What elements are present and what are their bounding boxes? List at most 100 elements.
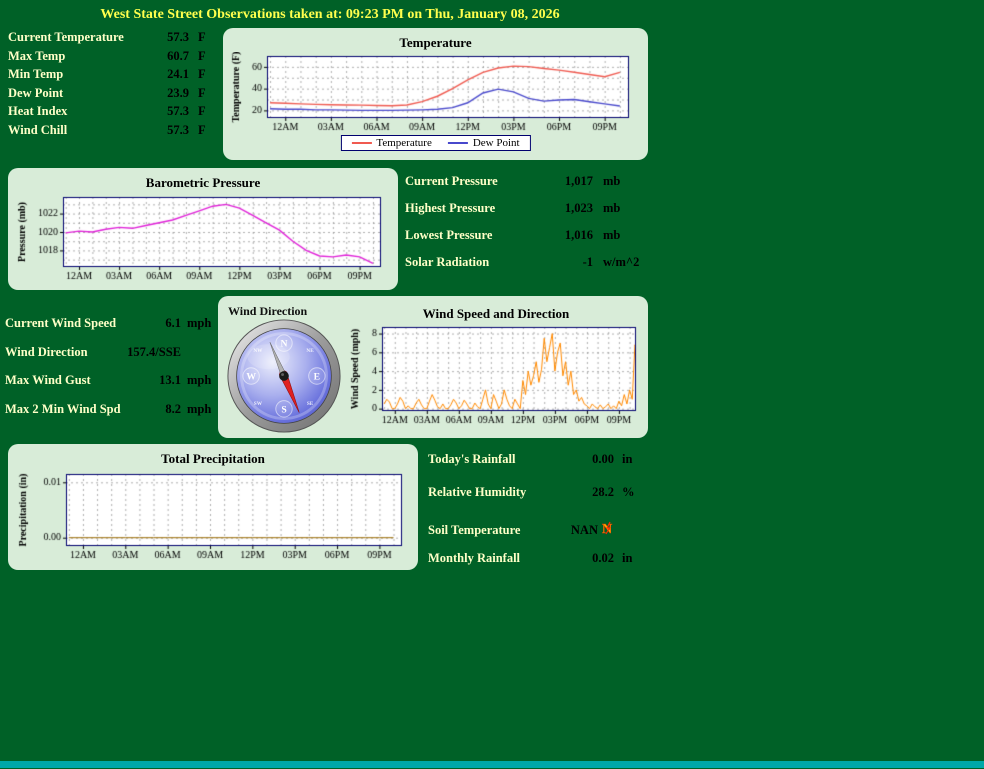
compass-east-label: E bbox=[314, 371, 320, 382]
legend-dew-point-label: Dew Point bbox=[473, 137, 520, 149]
stat-row-current-temperature: Current Temperature 57.3 F bbox=[8, 30, 220, 49]
stat-value: 60.7 bbox=[147, 49, 189, 64]
stat-row-lowest-pressure: Lowest Pressure 1,016 mb bbox=[405, 228, 655, 247]
stat-value: NAN bbox=[553, 523, 598, 538]
stat-unit: F bbox=[189, 123, 220, 138]
nan-icon-glyph: N bbox=[602, 522, 612, 536]
page-title: West State Street Observations taken at:… bbox=[0, 7, 660, 23]
stat-row-solar-radiation: Solar Radiation -1 w/m^2 bbox=[405, 255, 655, 274]
temperature-chart-legend: Temperature Dew Point bbox=[340, 135, 530, 151]
stat-unit: mb bbox=[593, 228, 655, 243]
stat-unit: F bbox=[189, 67, 220, 82]
temperature-stats: Current Temperature 57.3 F Max Temp 60.7… bbox=[8, 30, 220, 141]
precipitation-chart-title: Total Precipitation bbox=[8, 444, 418, 467]
rain-stats: Today's Rainfall 0.00 in Relative Humidi… bbox=[428, 452, 648, 584]
stat-row-max-2min-wind-speed: Max 2 Min Wind Spd 8.2 mph bbox=[5, 402, 217, 421]
stat-unit: mph bbox=[181, 373, 217, 388]
bottom-divider bbox=[0, 761, 984, 768]
stat-row-min-temp: Min Temp 24.1 F bbox=[8, 67, 220, 86]
stat-value: 57.3 bbox=[147, 30, 189, 45]
stat-value: 23.9 bbox=[147, 86, 189, 101]
stat-value: 57.3 bbox=[147, 123, 189, 138]
pressure-chart-title: Barometric Pressure bbox=[8, 168, 398, 191]
compass-label: Wind Direction bbox=[228, 304, 307, 319]
stat-label: Wind Direction bbox=[5, 345, 123, 360]
stat-unit: F bbox=[189, 104, 220, 119]
stat-value: 1,023 bbox=[545, 201, 593, 216]
legend-item-dew-point: Dew Point bbox=[448, 137, 520, 149]
stat-row-soil-temperature: Soil Temperature NAN N bbox=[428, 518, 648, 537]
stat-unit: mb bbox=[593, 174, 655, 189]
stat-row-heat-index: Heat Index 57.3 F bbox=[8, 104, 220, 123]
stat-label: Dew Point bbox=[8, 86, 147, 101]
stat-value: 57.3 bbox=[147, 104, 189, 119]
stat-label: Solar Radiation bbox=[405, 255, 545, 270]
stat-row-current-wind-speed: Current Wind Speed 6.1 mph bbox=[5, 316, 217, 335]
compass-south-label: S bbox=[281, 404, 286, 415]
stat-value: 1,016 bbox=[545, 228, 593, 243]
stat-row-max-temp: Max Temp 60.7 F bbox=[8, 49, 220, 68]
stat-unit: F bbox=[189, 86, 220, 101]
stat-unit: in bbox=[614, 452, 648, 467]
stat-label: Current Temperature bbox=[8, 30, 147, 45]
stat-label: Soil Temperature bbox=[428, 523, 553, 538]
stat-row-wind-direction: Wind Direction 157.4/SSE bbox=[5, 345, 217, 364]
stat-label: Max Wind Gust bbox=[5, 373, 123, 388]
stat-row-todays-rainfall: Today's Rainfall 0.00 in bbox=[428, 452, 648, 471]
temperature-chart-title: Temperature bbox=[223, 28, 648, 51]
stat-label: Max Temp bbox=[8, 49, 147, 64]
compass-ne-label: NE bbox=[306, 348, 314, 354]
stat-value: 28.2 bbox=[569, 485, 614, 500]
stat-unit: F bbox=[189, 30, 220, 45]
pressure-stats: Current Pressure 1,017 mb Highest Pressu… bbox=[405, 174, 655, 282]
stat-row-max-wind-gust: Max Wind Gust 13.1 mph bbox=[5, 373, 217, 392]
stat-row-current-pressure: Current Pressure 1,017 mb bbox=[405, 174, 655, 193]
stat-label: Relative Humidity bbox=[428, 485, 569, 500]
pressure-chart bbox=[13, 193, 393, 283]
stat-row-dew-point: Dew Point 23.9 F bbox=[8, 86, 220, 105]
stat-value: 13.1 bbox=[123, 373, 181, 388]
stat-unit: mb bbox=[593, 201, 655, 216]
precipitation-chart bbox=[14, 470, 412, 562]
stat-label: Today's Rainfall bbox=[428, 452, 569, 467]
stat-value: 157.4/SSE bbox=[123, 345, 181, 360]
wind-stats: Current Wind Speed 6.1 mph Wind Directio… bbox=[5, 316, 217, 430]
compass-west-label: W bbox=[246, 371, 256, 382]
stat-label: Wind Chill bbox=[8, 123, 147, 138]
stat-value: 1,017 bbox=[545, 174, 593, 189]
stat-label: Min Temp bbox=[8, 67, 147, 82]
legend-item-temperature: Temperature bbox=[351, 137, 431, 149]
compass-se-label: SE bbox=[307, 401, 314, 407]
wind-panel: Wind Direction bbox=[218, 296, 648, 438]
stat-value: 0.02 bbox=[569, 551, 614, 566]
legend-temperature-label: Temperature bbox=[376, 137, 431, 149]
stat-unit: w/m^2 bbox=[593, 255, 655, 270]
compass-hub-highlight bbox=[281, 373, 284, 376]
stat-row-monthly-rainfall: Monthly Rainfall 0.02 in bbox=[428, 551, 648, 570]
stat-row-wind-chill: Wind Chill 57.3 F bbox=[8, 123, 220, 142]
stat-unit: F bbox=[189, 49, 220, 64]
stat-value: -1 bbox=[545, 255, 593, 270]
stat-row-highest-pressure: Highest Pressure 1,023 mb bbox=[405, 201, 655, 220]
stat-label: Heat Index bbox=[8, 104, 147, 119]
stat-row-relative-humidity: Relative Humidity 28.2 % bbox=[428, 485, 648, 504]
compass-sw-label: SW bbox=[254, 401, 263, 407]
stat-value: 0.00 bbox=[569, 452, 614, 467]
wind-compass: N E S W NE SE SW NW bbox=[226, 318, 342, 434]
temperature-chart-panel: Temperature Temperature Dew Point bbox=[223, 28, 648, 160]
weather-dashboard: West State Street Observations taken at:… bbox=[0, 0, 984, 769]
pressure-chart-panel: Barometric Pressure bbox=[8, 168, 398, 290]
wind-chart-title: Wind Speed and Direction bbox=[346, 306, 646, 322]
stat-unit: in bbox=[614, 551, 648, 566]
compass-hub bbox=[279, 371, 289, 381]
legend-dewpoint-swatch bbox=[448, 142, 468, 144]
stat-value: 6.1 bbox=[123, 316, 181, 331]
stat-unit: % bbox=[614, 485, 648, 500]
wind-speed-chart bbox=[346, 323, 646, 427]
stat-unit: mph bbox=[181, 402, 217, 417]
stat-label: Monthly Rainfall bbox=[428, 551, 569, 566]
stat-value: 24.1 bbox=[147, 67, 189, 82]
stat-unit: mph bbox=[181, 316, 217, 331]
nan-icon: N bbox=[601, 520, 614, 540]
compass-north-label: N bbox=[281, 339, 288, 350]
